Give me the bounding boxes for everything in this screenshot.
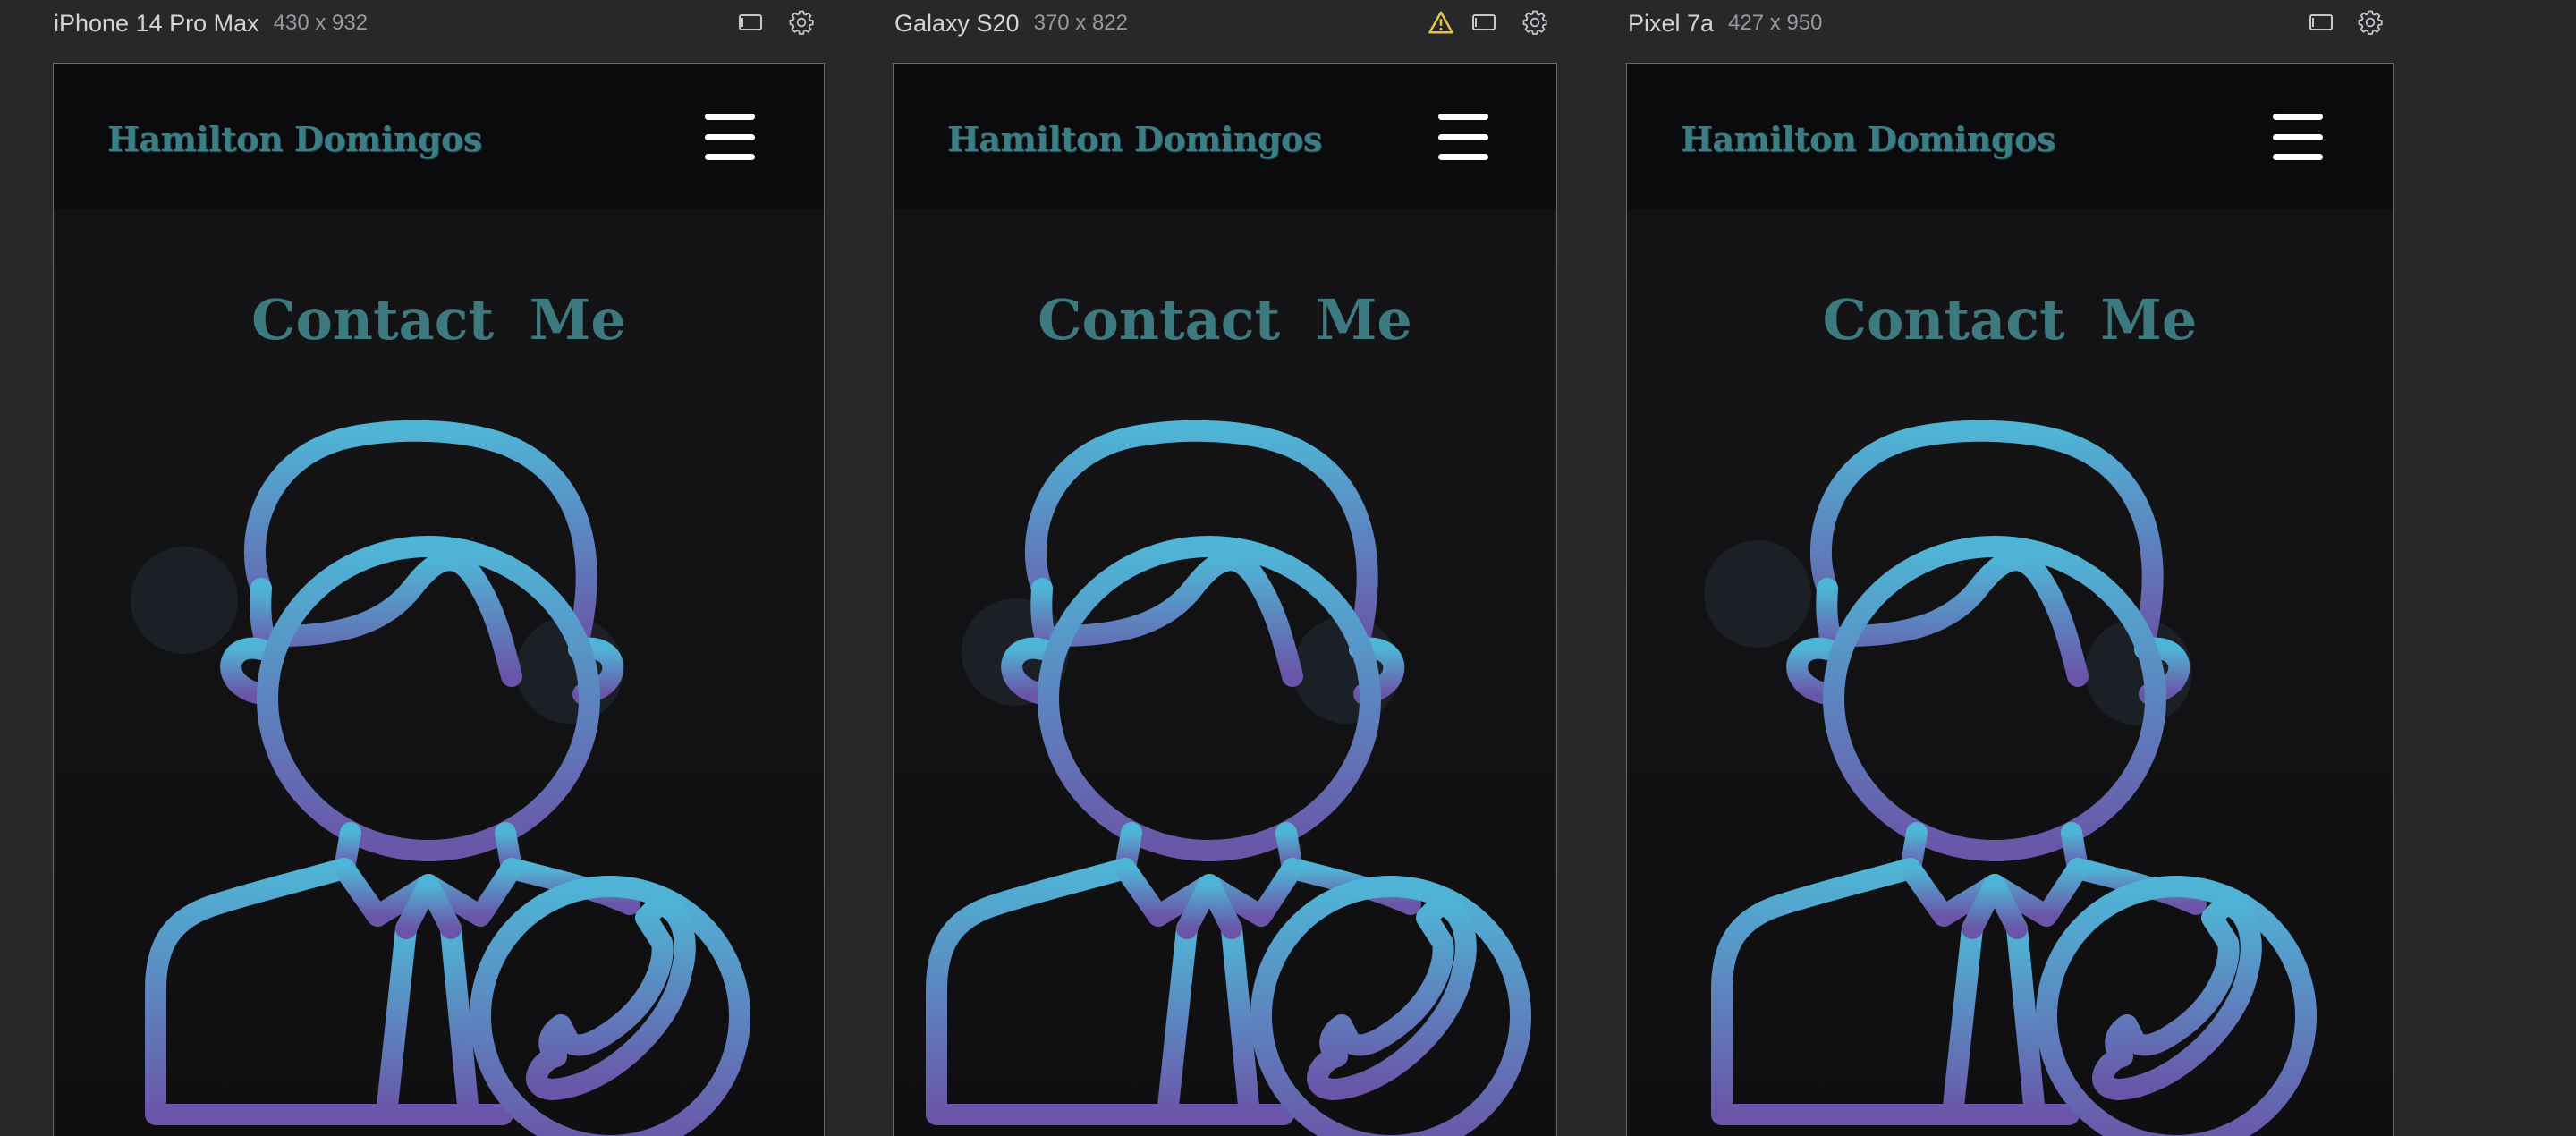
page-title: Contact Me — [251, 287, 626, 352]
device-header-galaxy: Galaxy S20 370 x 822 — [894, 0, 1128, 47]
navbar: Hamilton Domingos — [54, 64, 824, 209]
device-size: 370 x 822 — [1033, 11, 1128, 35]
device-header-iphone: iPhone 14 Pro Max 430 x 932 — [54, 0, 368, 47]
device-name[interactable]: iPhone 14 Pro Max — [54, 10, 259, 38]
device-frame-pixel: Hamilton Domingos Contact Me — [1626, 63, 2394, 1136]
viewport-icon[interactable] — [735, 7, 766, 38]
menu-icon[interactable] — [705, 114, 755, 160]
navbar: Hamilton Domingos — [1627, 64, 2393, 209]
device-size: 430 x 932 — [273, 11, 369, 35]
brand-logo[interactable]: Hamilton Domingos — [947, 119, 1322, 159]
navbar: Hamilton Domingos — [894, 64, 1556, 209]
menu-icon[interactable] — [1438, 114, 1488, 160]
settings-icon[interactable] — [1520, 7, 1550, 38]
brand-logo[interactable]: Hamilton Domingos — [1681, 119, 2055, 159]
page-title: Contact Me — [1038, 287, 1412, 352]
viewport-icon[interactable] — [2306, 7, 2336, 38]
contact-person-phone-illustration — [926, 420, 1531, 1136]
contact-person-phone-illustration — [1711, 420, 2317, 1136]
settings-icon[interactable] — [2355, 7, 2385, 38]
device-frame-iphone: Hamilton Domingos Contact Me — [53, 63, 825, 1136]
settings-icon[interactable] — [786, 7, 817, 38]
device-name[interactable]: Galaxy S20 — [894, 10, 1020, 38]
device-name[interactable]: Pixel 7a — [1628, 10, 1714, 38]
menu-icon[interactable] — [2273, 114, 2323, 160]
warning-icon[interactable] — [1426, 7, 1456, 38]
brand-logo[interactable]: Hamilton Domingos — [107, 119, 482, 159]
viewport-icon[interactable] — [1469, 7, 1499, 38]
device-frame-galaxy: Hamilton Domingos Contact Me — [893, 63, 1557, 1136]
device-header-pixel: Pixel 7a 427 x 950 — [1628, 0, 1822, 47]
page-title: Contact Me — [1822, 287, 2198, 352]
device-size: 427 x 950 — [1728, 11, 1823, 35]
contact-person-phone-illustration — [145, 420, 750, 1136]
